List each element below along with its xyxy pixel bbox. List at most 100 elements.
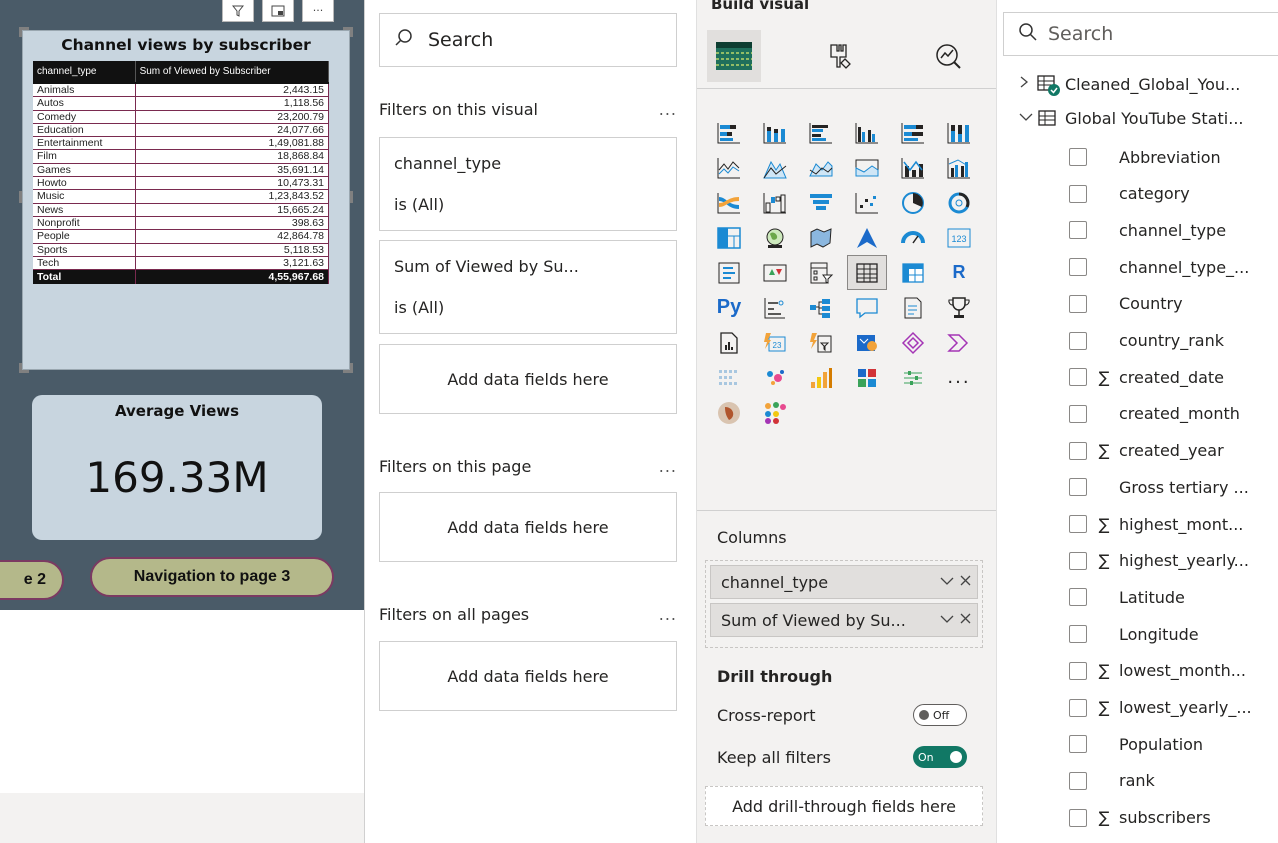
checkbox[interactable] [1069, 331, 1087, 350]
slicer-list-visual-icon[interactable] [893, 360, 933, 395]
report-canvas[interactable]: ··· Channel views by subscriber channel_… [0, 0, 364, 610]
table-visual[interactable]: Channel views by subscriber channel_type… [19, 27, 353, 373]
table-row[interactable]: Comedy 23,200.79 [33, 110, 330, 124]
table-row[interactable]: People 42,864.78 [33, 229, 330, 244]
checkbox[interactable] [1069, 735, 1087, 754]
line-chart-icon[interactable] [709, 150, 749, 185]
clustered-bar-chart-icon[interactable] [801, 115, 841, 150]
python-visual-icon[interactable]: Py [709, 290, 749, 325]
field-item[interactable]: channel_type_... [1069, 249, 1249, 285]
field-item[interactable]: Country [1069, 286, 1183, 322]
filled-map-icon[interactable] [801, 220, 841, 255]
field-item[interactable]: Longitude [1069, 616, 1199, 652]
field-item[interactable]: channel_type [1069, 212, 1226, 248]
table-row[interactable]: Entertainment 1,49,081.88 [33, 136, 330, 151]
drill-through-field-well[interactable]: Add drill-through fields here [705, 786, 983, 826]
qa-visual-icon[interactable] [847, 290, 887, 325]
matrix-icon[interactable] [893, 255, 933, 290]
pie-chart-icon[interactable] [893, 185, 933, 220]
checkbox[interactable] [1069, 625, 1087, 644]
table-row[interactable]: Games 35,691.14 [33, 163, 330, 178]
table-row[interactable]: Sports 5,118.53 [33, 243, 330, 257]
checkbox[interactable] [1069, 258, 1087, 277]
smart-narrative-icon[interactable] [893, 290, 933, 325]
100-stacked-column-chart-icon[interactable] [939, 115, 979, 150]
field-item[interactable]: ∑ created_date [1069, 359, 1224, 395]
ribbon-chart-icon[interactable] [709, 185, 749, 220]
donut-chart-icon[interactable] [939, 185, 979, 220]
chevron-down-icon[interactable] [1019, 110, 1037, 126]
100-stacked-area-chart-icon[interactable] [847, 150, 887, 185]
checkbox[interactable] [1069, 588, 1087, 607]
more-options-icon[interactable]: ... [659, 457, 677, 476]
field-item[interactable]: country_rank [1069, 323, 1224, 359]
azure-map-icon[interactable] [847, 220, 887, 255]
table-row[interactable]: Tech 3,121.63 [33, 256, 330, 271]
line-and-clustered-column-chart-icon[interactable] [939, 150, 979, 185]
filter-card-channel-type[interactable]: channel_type is (All) [379, 137, 677, 231]
field-pill-channel-type[interactable]: channel_type [710, 565, 978, 599]
kpi-icon[interactable] [755, 255, 795, 290]
scatter-map-visual-icon[interactable] [755, 360, 795, 395]
map-icon[interactable] [755, 220, 795, 255]
custom-visual-dots-icon[interactable] [755, 395, 795, 430]
waterfall-chart-icon[interactable] [755, 185, 795, 220]
checkbox[interactable] [1069, 808, 1087, 827]
resize-handle[interactable] [343, 363, 353, 373]
table-node-cleaned[interactable]: Cleaned_Global_You... [1019, 66, 1240, 102]
table-row[interactable]: Nonprofit 398.63 [33, 216, 330, 231]
more-options-icon[interactable]: ... [659, 605, 677, 624]
analytics-tab[interactable] [921, 30, 975, 82]
field-item[interactable]: category [1069, 176, 1190, 212]
data-search-input[interactable]: Search [1003, 12, 1278, 56]
r-script-visual-icon[interactable]: R [939, 255, 979, 290]
field-item[interactable]: Latitude [1069, 579, 1185, 615]
decomposition-tree-icon[interactable] [801, 290, 841, 325]
filter-card-sum-viewed[interactable]: Sum of Viewed by Su... is (All) [379, 240, 677, 334]
stacked-column-chart-icon[interactable] [755, 115, 795, 150]
average-views-card[interactable]: Average Views 169.33M [32, 395, 322, 540]
column-header[interactable]: Sum of Viewed by Subscriber [135, 61, 330, 83]
resize-handle[interactable] [19, 191, 22, 203]
navigation-page-2-button[interactable]: e 2 [0, 560, 64, 600]
more-options-icon[interactable]: ··· [302, 0, 334, 22]
100-stacked-bar-chart-icon[interactable] [893, 115, 933, 150]
checkbox[interactable] [1069, 698, 1087, 717]
treemap-icon[interactable] [709, 220, 749, 255]
checkbox[interactable] [1069, 515, 1087, 533]
table-row[interactable]: Film 18,868.84 [33, 149, 330, 164]
resize-handle[interactable] [19, 363, 29, 373]
field-pill-sum-viewed[interactable]: Sum of Viewed by Su... [710, 603, 978, 637]
field-item[interactable]: created_month [1069, 396, 1240, 432]
field-item[interactable]: rank [1069, 763, 1155, 799]
stacked-area-chart-icon[interactable] [801, 150, 841, 185]
custom-visual-shield-icon[interactable] [709, 395, 749, 430]
chevron-down-icon[interactable] [940, 574, 954, 590]
field-item[interactable]: ∑ highest_mont... [1069, 506, 1243, 542]
gauge-icon[interactable] [893, 220, 933, 255]
stacked-bar-chart-icon[interactable] [709, 115, 749, 150]
field-item[interactable]: Abbreviation [1069, 139, 1221, 175]
more-visuals-icon[interactable]: ... [939, 360, 979, 395]
field-item[interactable]: ∑ subscribers [1069, 800, 1211, 836]
checkbox[interactable] [1069, 404, 1087, 423]
keep-all-filters-toggle[interactable]: On [913, 746, 967, 768]
checkbox[interactable] [1069, 184, 1087, 203]
table-row[interactable]: Animals 2,443.15 [33, 82, 330, 98]
table-row[interactable]: Education 24,077.66 [33, 123, 330, 138]
columns-field-well[interactable]: channel_type Sum of Viewed by Su... [705, 560, 983, 648]
table-row[interactable]: Howto 10,473.31 [33, 176, 330, 191]
table-row[interactable]: News 15,665.24 [33, 203, 330, 217]
slicer-icon[interactable] [801, 255, 841, 290]
checkbox[interactable] [1069, 441, 1087, 460]
cross-report-toggle[interactable]: Off [913, 704, 967, 726]
checkbox[interactable] [1069, 661, 1087, 680]
dot-grid-visual-icon[interactable] [709, 360, 749, 395]
funnel-chart-icon[interactable] [801, 185, 841, 220]
add-visual-filter-well[interactable]: Add data fields here [379, 344, 677, 414]
add-page-filter-well[interactable]: Add data fields here [379, 492, 677, 562]
checkbox[interactable] [1069, 771, 1087, 790]
field-item[interactable]: Population [1069, 726, 1203, 762]
checkbox[interactable] [1069, 148, 1087, 166]
build-visual-tab[interactable] [707, 30, 761, 82]
